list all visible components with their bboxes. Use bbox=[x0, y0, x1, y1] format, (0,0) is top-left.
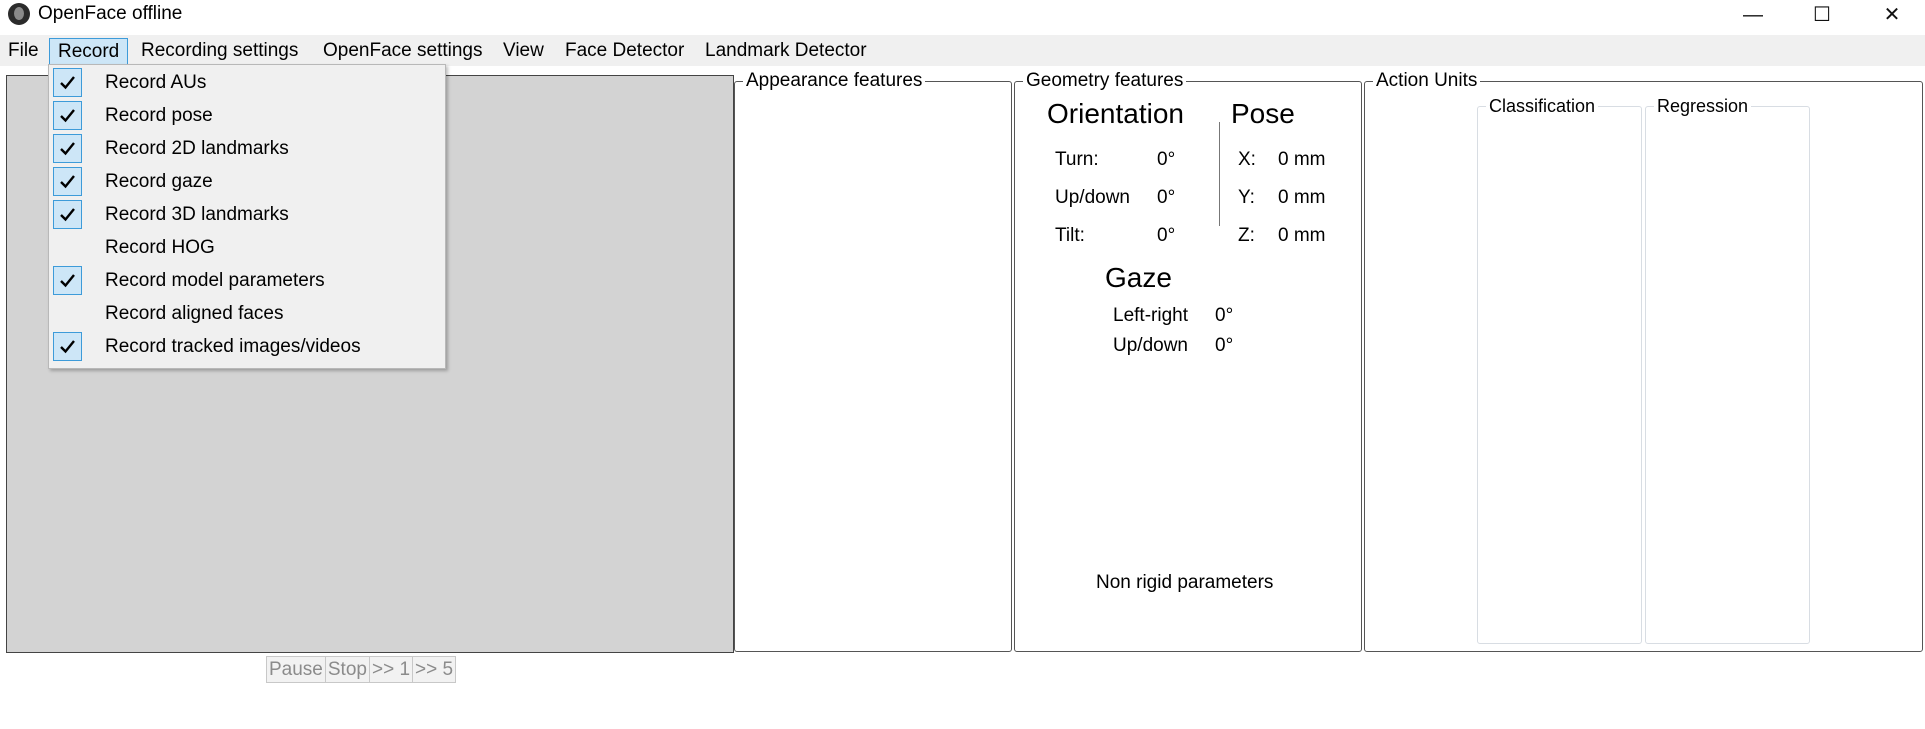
updown-value: 0° bbox=[1157, 187, 1176, 208]
regression-group: Regression bbox=[1645, 96, 1810, 644]
tilt-value: 0° bbox=[1157, 225, 1176, 246]
menu-item-record-model-parameters[interactable]: Record model parameters bbox=[49, 265, 445, 298]
stop-button[interactable]: Stop bbox=[324, 656, 370, 683]
menu-item-label: Record 3D landmarks bbox=[105, 204, 289, 225]
orientation-heading: Orientation bbox=[1047, 98, 1184, 129]
orientation-pose-divider bbox=[1219, 122, 1220, 226]
menu-item-record-gaze[interactable]: Record gaze bbox=[49, 166, 445, 199]
menu-item-record-aligned-faces[interactable]: Record aligned faces bbox=[49, 298, 445, 331]
menu-bar: File Record Recording settings OpenFace … bbox=[0, 35, 1925, 66]
tilt-label: Tilt: bbox=[1055, 225, 1085, 246]
pause-button[interactable]: Pause bbox=[266, 656, 326, 683]
gaze-heading: Gaze bbox=[1105, 262, 1172, 293]
y-label: Y: bbox=[1238, 187, 1255, 208]
maximize-button[interactable]: ☐ bbox=[1787, 0, 1857, 30]
checkmark-icon bbox=[53, 200, 82, 229]
checkmark-icon bbox=[53, 266, 82, 295]
geometry-features-panel: Geometry features Orientation Turn: 0° U… bbox=[1014, 70, 1362, 652]
menu-item-label: Record HOG bbox=[105, 237, 215, 258]
geometry-features-title: Geometry features bbox=[1023, 70, 1187, 92]
turn-label: Turn: bbox=[1055, 149, 1099, 170]
menu-item-label: Record gaze bbox=[105, 171, 213, 192]
menu-item-record-tracked-images[interactable]: Record tracked images/videos bbox=[49, 331, 445, 364]
gaze-up-down-value: 0° bbox=[1215, 335, 1234, 356]
menu-record[interactable]: Record bbox=[49, 38, 129, 65]
y-value: 0 mm bbox=[1278, 187, 1326, 208]
updown-label: Up/down: bbox=[1055, 187, 1130, 208]
window-title: OpenFace offline bbox=[38, 3, 183, 24]
menu-item-record-2d-landmarks[interactable]: Record 2D landmarks bbox=[49, 133, 445, 166]
close-button[interactable]: ✕ bbox=[1857, 0, 1925, 30]
checkmark-icon bbox=[53, 332, 82, 361]
menu-landmark-detector[interactable]: Landmark Detector bbox=[697, 38, 875, 63]
menu-recording-settings[interactable]: Recording settings bbox=[133, 38, 306, 63]
x-value: 0 mm bbox=[1278, 149, 1326, 170]
action-units-panel: Action Units Classification Regression bbox=[1364, 70, 1923, 652]
menu-item-label: Record AUs bbox=[105, 72, 207, 93]
menu-item-record-3d-landmarks[interactable]: Record 3D landmarks bbox=[49, 199, 445, 232]
menu-item-label: Record 2D landmarks bbox=[105, 138, 289, 159]
gaze-up-down-label: Up/down: bbox=[1113, 335, 1189, 356]
pose-heading: Pose bbox=[1231, 98, 1295, 129]
appearance-features-title: Appearance features bbox=[743, 70, 926, 92]
checkmark-icon bbox=[53, 68, 82, 97]
menu-item-record-hog[interactable]: Record HOG bbox=[49, 232, 445, 265]
appearance-features-panel: Appearance features bbox=[734, 70, 1012, 652]
action-units-title: Action Units bbox=[1373, 70, 1481, 92]
menu-item-record-aus[interactable]: Record AUs bbox=[49, 67, 445, 100]
turn-value: 0° bbox=[1157, 149, 1176, 170]
app-icon bbox=[8, 3, 30, 25]
menu-item-label: Record pose bbox=[105, 105, 213, 126]
checkmark-icon bbox=[53, 134, 82, 163]
z-value: 0 mm bbox=[1278, 225, 1326, 246]
menu-view[interactable]: View bbox=[495, 38, 552, 63]
x-label: X: bbox=[1238, 149, 1256, 170]
step-1-button[interactable]: >> 1 bbox=[368, 656, 414, 683]
menu-file[interactable]: File bbox=[0, 38, 47, 63]
classification-title: Classification bbox=[1486, 96, 1599, 116]
z-label: Z: bbox=[1238, 225, 1255, 246]
menu-item-label: Record model parameters bbox=[105, 270, 325, 291]
menu-face-detector[interactable]: Face Detector bbox=[557, 38, 692, 63]
menu-item-label: Record tracked images/videos bbox=[105, 336, 361, 357]
gaze-left-right-value: 0° bbox=[1215, 305, 1234, 326]
classification-group: Classification bbox=[1477, 96, 1642, 644]
step-5-button[interactable]: >> 5 bbox=[412, 656, 457, 683]
gaze-left-right-label: Left-right: bbox=[1113, 305, 1189, 326]
record-dropdown-menu: Record AUs Record pose Record 2D landmar… bbox=[48, 64, 446, 369]
playback-controls: Pause Stop >> 1 >> 5 bbox=[266, 656, 457, 683]
non-rigid-parameters-label: Non rigid parameters bbox=[1096, 572, 1274, 593]
regression-title: Regression bbox=[1654, 96, 1752, 116]
checkmark-icon bbox=[53, 167, 82, 196]
menu-item-record-pose[interactable]: Record pose bbox=[49, 100, 445, 133]
minimize-button[interactable]: — bbox=[1718, 0, 1788, 30]
title-bar: OpenFace offline — ☐ ✕ bbox=[0, 0, 1925, 30]
checkmark-icon bbox=[53, 101, 82, 130]
menu-item-label: Record aligned faces bbox=[105, 303, 284, 324]
menu-openface-settings[interactable]: OpenFace settings bbox=[315, 38, 490, 63]
